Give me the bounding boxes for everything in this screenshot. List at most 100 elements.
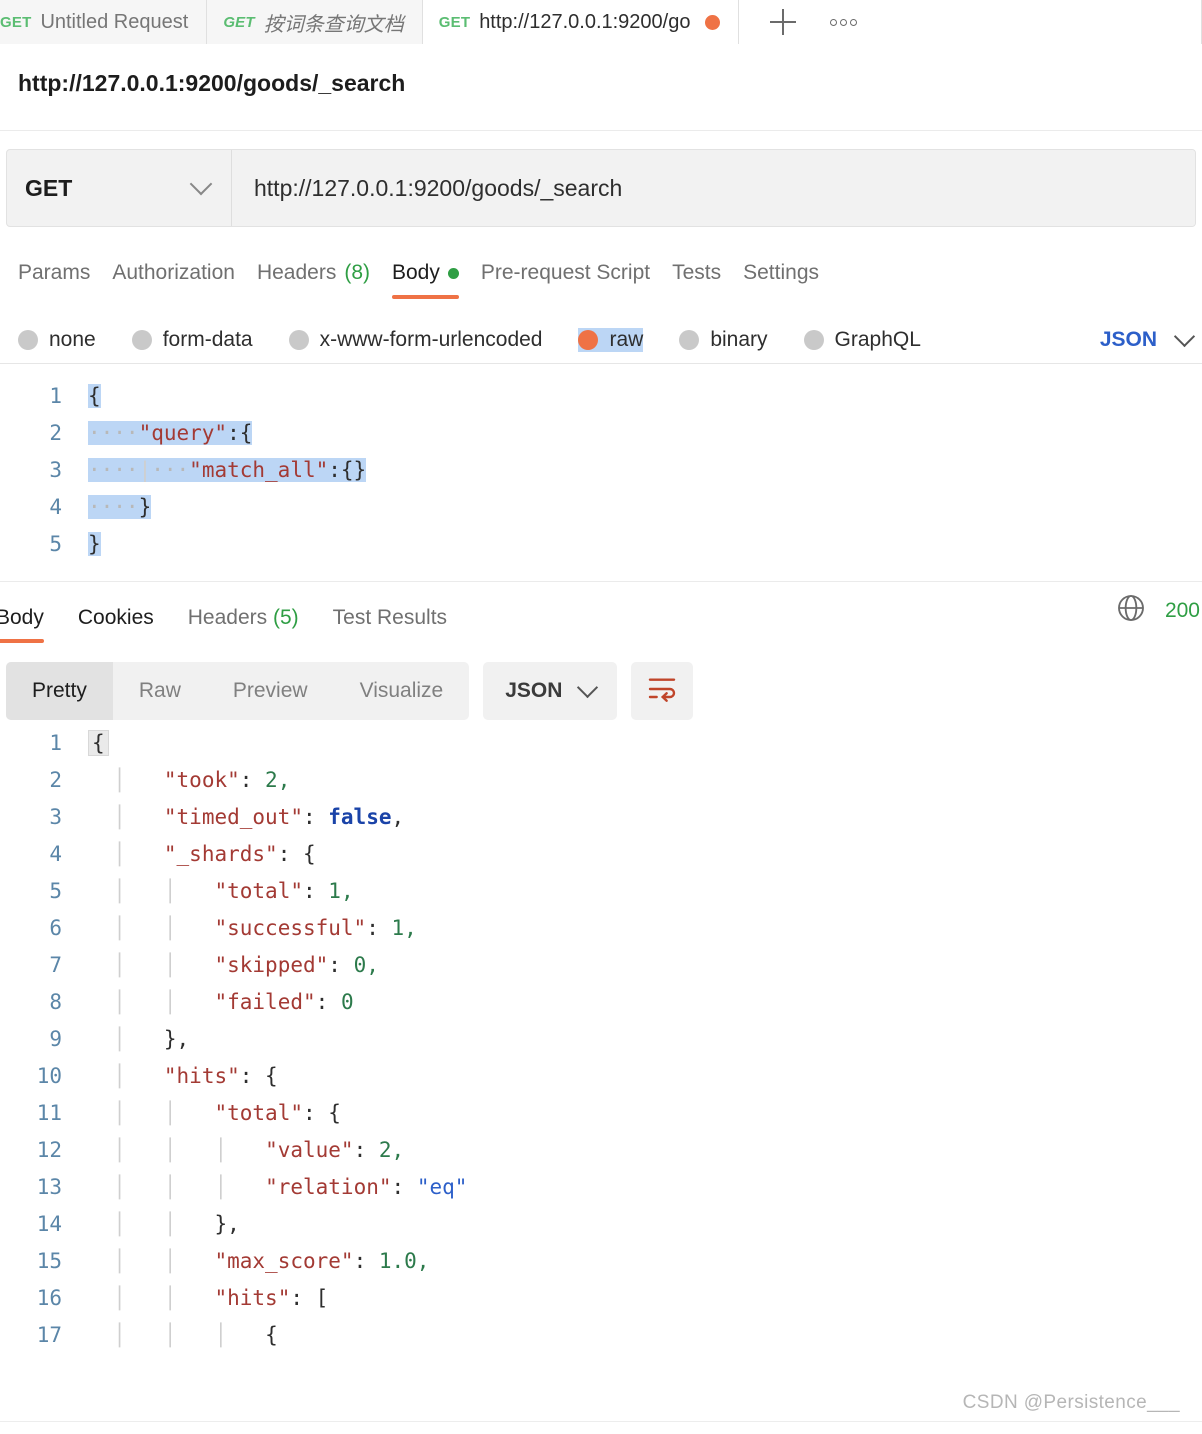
tab-params[interactable]: Params [18,261,112,299]
code-line: 1 { [0,378,1202,415]
line-number: 8 [49,990,62,1014]
code-line: 8 │ │ "failed": 0 [0,984,1202,1021]
code-line: 2 │ "took": 2, [0,762,1202,799]
line-number: 5 [49,879,62,903]
tab-options-button[interactable] [813,0,873,44]
view-mode-preview[interactable]: Preview [207,662,334,720]
response-toolbar: Pretty Raw Preview Visualize JSON [0,643,1202,721]
wrap-lines-button[interactable] [631,662,694,720]
watermark: CSDN @Persistence___ [962,1392,1180,1413]
line-number: 5 [49,532,62,556]
radio-label: x-www-form-urlencoded [319,328,543,351]
response-format-select[interactable]: JSON [483,662,618,720]
tab-method-label: GET [0,13,32,31]
body-type-radio-group: none form-data x-www-form-urlencoded raw… [0,299,1202,363]
tab-label: Cookies [77,606,154,629]
chevron-down-icon [1173,325,1196,347]
radio-x-www-form-urlencoded[interactable]: x-www-form-urlencoded [288,328,543,352]
line-number: 10 [36,1064,62,1088]
line-content: ····"query":{ [88,421,253,445]
view-mode-label: Raw [138,679,181,702]
line-number: 14 [36,1212,62,1236]
tab-label: Headers [187,606,268,629]
tab-title-label: Untitled Request [40,10,189,33]
url-input[interactable]: http://127.0.0.1:9200/goods/_search [232,150,1195,226]
line-content: ····|···"match_all":{} [88,458,367,482]
tab-authorization[interactable]: Authorization [112,261,257,299]
code-line: 5 } [0,526,1202,563]
radio-binary[interactable]: binary [679,328,768,352]
line-number: 15 [36,1249,62,1273]
line-content: │ │ "failed": 0 [113,990,354,1014]
line-number: 17 [36,1323,62,1347]
page-title: http://127.0.0.1:9200/goods/_search [18,70,406,96]
new-tab-button[interactable] [753,0,813,44]
radio-raw[interactable]: raw [578,328,644,352]
radio-graphql[interactable]: GraphQL [803,328,921,352]
tab-body[interactable]: Body [392,261,481,299]
line-content: │ │ "hits": [ [113,1286,329,1310]
radio-form-data[interactable]: form-data [131,328,253,352]
http-method-select[interactable]: GET [7,150,232,226]
response-headers-count-badge: (5) [272,606,299,629]
line-content: │ │ │ "value": 2, [113,1138,405,1162]
globe-icon [1115,592,1147,629]
url-bar: GET http://127.0.0.1:9200/goods/_search [6,149,1196,227]
line-content: │ │ "successful": 1, [113,916,417,940]
wrap-lines-icon [646,674,678,709]
response-tab-body[interactable]: Body [0,606,44,643]
tab-settings[interactable]: Settings [743,261,841,299]
line-content: │ "took": 2, [113,768,291,792]
line-content: │ │ "max_score": 1.0, [113,1249,430,1273]
line-number: 9 [49,1027,62,1051]
view-mode-visualize[interactable]: Visualize [334,662,470,720]
code-line: 12 │ │ │ "value": 2, [0,1132,1202,1169]
line-content: │ │ "total": { [113,1101,341,1125]
response-tab-test-results[interactable]: Test Results [333,606,447,643]
http-method-value: GET [25,174,73,201]
line-content: │ │ "skipped": 0, [113,953,379,977]
tab-pre-request-script[interactable]: Pre-request Script [481,261,672,299]
line-number: 3 [49,805,62,829]
view-mode-label: Preview [232,679,308,702]
body-format-select[interactable]: JSON [1100,325,1196,352]
status-code: 200 [1164,598,1200,622]
tab-label: Test Results [332,606,448,629]
code-line: 9 │ }, [0,1021,1202,1058]
view-mode-pretty[interactable]: Pretty [6,662,113,720]
request-tab-3[interactable]: GET http://127.0.0.1:9200/go [422,0,740,44]
radio-icon [131,330,152,350]
view-mode-label: Visualize [359,679,444,702]
tab-tests[interactable]: Tests [672,261,743,299]
code-line: 10 │ "hits": { [0,1058,1202,1095]
radio-label: GraphQL [834,328,921,351]
line-number: 2 [49,421,62,445]
tab-label: Headers [256,261,337,284]
response-tabs: Body Cookies Headers (5) Test Results 20… [0,581,1202,643]
chevron-down-icon [189,172,213,196]
request-tab-1[interactable]: GET Untitled Request [0,0,208,44]
line-number: 4 [49,495,62,519]
line-content: } [88,532,101,556]
request-tab-2[interactable]: GET 按词条查询文档 [207,0,423,44]
tab-label: Settings [743,261,820,284]
radio-icon [18,330,38,350]
tab-label: Body [0,606,44,629]
tab-label: Pre-request Script [480,261,651,284]
line-number: 4 [49,842,62,866]
response-tab-cookies[interactable]: Cookies [78,606,154,643]
headers-count-badge: (8) [344,261,370,284]
response-body-editor[interactable]: 1 { 2 │ "took": 2, 3 │ "timed_out": fals… [0,721,1202,1354]
line-number: 16 [36,1286,62,1310]
tab-headers[interactable]: Headers (8) [257,261,392,299]
tab-label: Tests [672,261,722,284]
unsaved-changes-dot [705,14,721,30]
response-tab-headers[interactable]: Headers (5) [188,606,299,643]
line-number: 11 [36,1101,62,1125]
chevron-down-icon [577,676,599,698]
view-mode-raw[interactable]: Raw [113,662,207,720]
line-number: 1 [49,384,62,408]
radio-none[interactable]: none [18,328,96,352]
request-body-editor[interactable]: 1 { 2 ····"query":{ 3 ····|···"match_all… [0,363,1202,563]
bottom-divider [0,1421,1202,1422]
